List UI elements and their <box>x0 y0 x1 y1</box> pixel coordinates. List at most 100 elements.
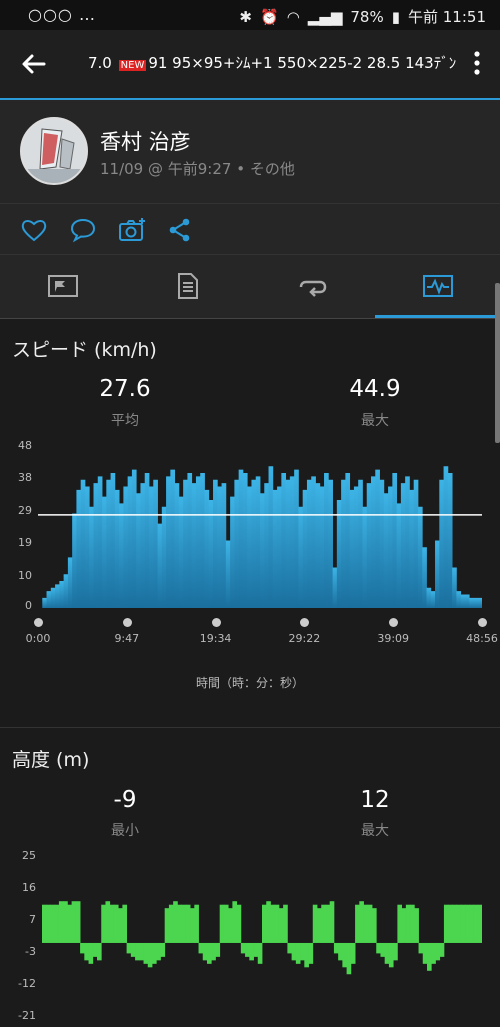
elevation-bar <box>418 942 424 954</box>
chart-pulse-icon <box>423 275 453 297</box>
speed-bar <box>183 479 188 608</box>
speed-bar <box>452 567 457 608</box>
elevation-bar <box>152 942 157 964</box>
speed-bar <box>76 489 82 608</box>
x-tick-dot <box>300 618 310 627</box>
speed-bar <box>114 489 120 608</box>
elevation-bar <box>207 942 212 964</box>
elevation-max-label: 最大 <box>361 823 389 839</box>
speed-bar <box>174 483 180 608</box>
tab-stats[interactable] <box>125 255 250 318</box>
speed-bar <box>298 506 304 608</box>
speed-bar <box>195 476 201 608</box>
elevation-bar <box>355 904 360 943</box>
elevation-bar <box>80 942 85 954</box>
elevation-bar <box>388 942 394 968</box>
elevation-bar <box>257 942 263 964</box>
speed-y-tick: 10 <box>18 568 32 582</box>
elevation-bar <box>46 904 51 943</box>
speed-bar <box>277 486 282 608</box>
activity-datetime: 11/09 @ 午前9:27 • その他 <box>100 160 295 178</box>
elevation-bar <box>143 942 149 964</box>
elevation-bar <box>253 942 259 957</box>
elevation-bar <box>427 942 432 971</box>
tab-laps[interactable] <box>250 255 375 318</box>
like-heart-icon[interactable] <box>20 217 48 243</box>
user-name: 香村 治彦 <box>100 130 191 154</box>
back-arrow-icon[interactable] <box>18 48 50 80</box>
elevation-bar <box>101 904 106 943</box>
speed-y-tick: 48 <box>18 439 32 452</box>
elevation-bar <box>215 942 221 957</box>
elevation-bar <box>338 942 343 961</box>
x-tick-dot <box>34 618 43 627</box>
speed-bar <box>84 486 90 608</box>
speed-bar <box>332 567 338 608</box>
speed-bar <box>136 493 141 608</box>
speed-max-value: 44.9 <box>349 376 401 402</box>
speed-bar <box>362 506 368 608</box>
elevation-bar <box>240 942 246 954</box>
title-prefix: 7.0 <box>88 54 112 72</box>
elevation-y-tick: 25 <box>22 849 36 862</box>
speed-bar <box>469 597 474 608</box>
speed-bar <box>306 479 312 608</box>
elevation-bar <box>190 908 195 943</box>
speed-bar <box>345 473 351 608</box>
avatar[interactable] <box>20 117 88 185</box>
elevation-y-tick: -12 <box>18 977 36 990</box>
speed-bar <box>42 597 47 608</box>
speed-bar <box>426 587 432 608</box>
speed-title: スピード (km/h) <box>12 339 157 361</box>
speed-bar <box>55 584 60 608</box>
overflow-menu-icon[interactable] <box>472 50 482 76</box>
speed-chart[interactable] <box>38 446 482 608</box>
speed-bar <box>388 486 393 608</box>
elevation-bar <box>113 904 119 943</box>
elevation-bar <box>50 904 56 943</box>
scrollbar[interactable] <box>495 283 500 443</box>
elevation-bar <box>84 942 89 961</box>
elevation-bar <box>460 904 466 943</box>
elevation-chart[interactable] <box>42 856 482 1016</box>
elevation-bar <box>435 942 441 961</box>
share-icon[interactable] <box>166 217 194 243</box>
speed-bar <box>225 540 231 608</box>
elevation-bar <box>308 942 314 964</box>
elevation-bar <box>54 904 60 943</box>
battery-percent: 78% <box>350 7 384 26</box>
elevation-bar <box>342 942 348 968</box>
elevation-bar <box>473 904 479 943</box>
speed-bar <box>191 483 197 608</box>
elevation-bar <box>156 942 161 961</box>
speed-max-label: 最大 <box>361 413 389 429</box>
elevation-bar <box>71 901 77 943</box>
tab-charts[interactable] <box>375 255 500 318</box>
elevation-bar <box>384 942 390 964</box>
tab-overview[interactable] <box>0 255 125 318</box>
title-suffix: 91 95×95+ｼﾑ+1 550×225-2 28.5 143ﾃﾞﾝ <box>148 54 457 72</box>
speed-bar <box>170 469 176 608</box>
speed-bar <box>464 594 470 608</box>
speed-bar <box>204 489 210 608</box>
elevation-bar <box>372 908 377 943</box>
elevation-bar <box>266 901 271 943</box>
elevation-bar <box>219 904 225 943</box>
speed-bar <box>285 479 291 608</box>
windsurf-photo-icon <box>22 119 86 183</box>
speed-bar <box>187 473 193 608</box>
elevation-bar <box>333 942 339 954</box>
elevation-bar <box>350 942 356 964</box>
add-photo-icon[interactable] <box>118 217 146 243</box>
elevation-bar <box>452 904 458 943</box>
elevation-bar <box>367 904 373 943</box>
elevation-min-value: -9 <box>113 787 137 813</box>
elevation-bar <box>312 904 318 943</box>
speed-bar <box>230 496 235 608</box>
elevation-bar <box>173 901 178 943</box>
speed-bar <box>144 473 150 608</box>
elevation-bar <box>223 904 229 943</box>
comment-icon[interactable] <box>69 217 97 243</box>
notification-icons: ○○○ … <box>28 5 96 24</box>
elevation-bar <box>160 942 166 957</box>
